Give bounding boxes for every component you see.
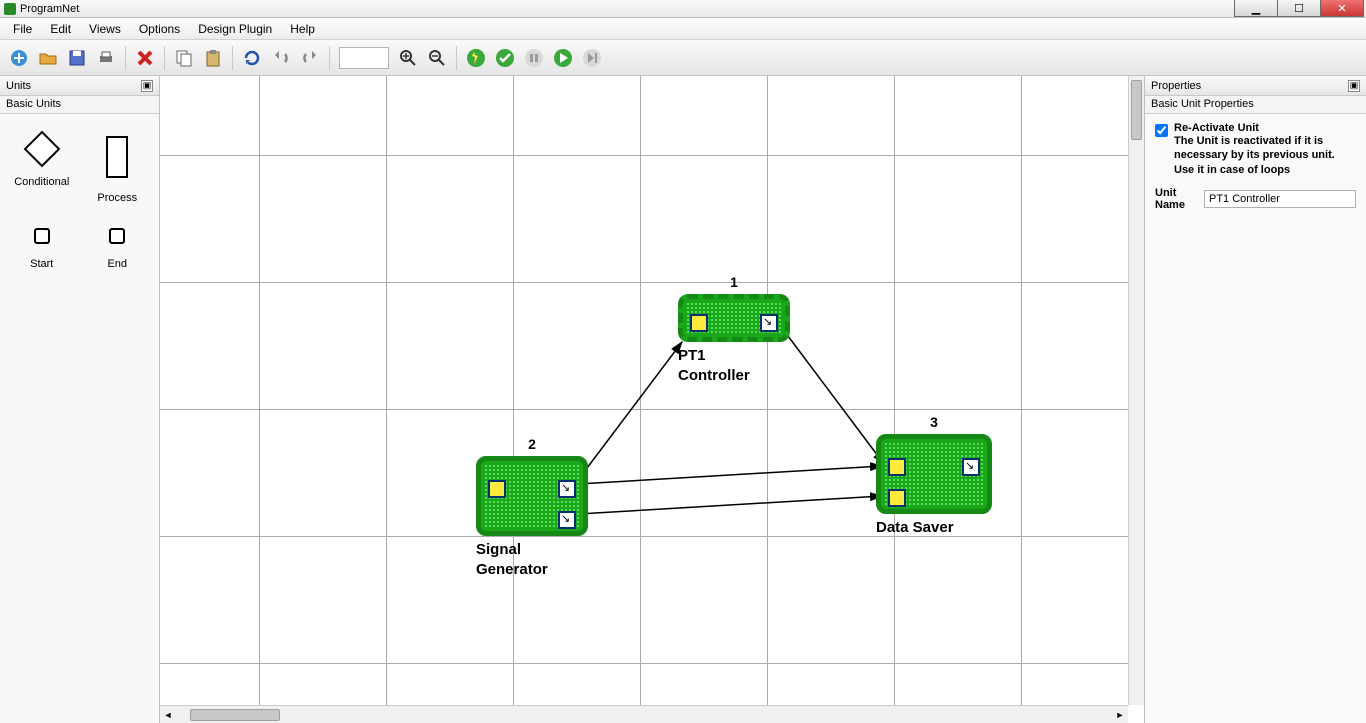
reactivate-property: Re-Activate Unit The Unit is reactivated… bbox=[1155, 122, 1356, 177]
undock-icon[interactable]: ▣ bbox=[1348, 80, 1360, 92]
play-button[interactable] bbox=[550, 45, 576, 71]
node-data[interactable]: 3Data Saver bbox=[876, 434, 992, 514]
unit-process[interactable]: Process bbox=[84, 136, 152, 204]
process-icon bbox=[106, 136, 128, 178]
new-button[interactable] bbox=[6, 45, 32, 71]
start-icon bbox=[34, 228, 50, 244]
canvas-area: 1PT1 Controller2Signal Generator3Data Sa… bbox=[160, 76, 1144, 723]
unit-start[interactable]: Start bbox=[8, 228, 76, 270]
design-canvas[interactable]: 1PT1 Controller2Signal Generator3Data Sa… bbox=[160, 76, 1144, 723]
units-panel-subtitle: Basic Units bbox=[0, 96, 159, 114]
pause-button[interactable] bbox=[521, 45, 547, 71]
unit-name-label: Unit Name bbox=[1155, 187, 1196, 211]
toolbar-separator bbox=[456, 46, 457, 70]
units-panel-title: Units bbox=[6, 80, 31, 92]
scroll-thumb[interactable] bbox=[1131, 80, 1142, 140]
properties-panel: Properties ▣ Basic Unit Properties Re-Ac… bbox=[1144, 76, 1366, 723]
paste-button[interactable] bbox=[200, 45, 226, 71]
toolbar-separator bbox=[125, 46, 126, 70]
copy-button[interactable] bbox=[171, 45, 197, 71]
toolbar-separator bbox=[329, 46, 330, 70]
app-icon bbox=[4, 3, 16, 15]
node-label: Data Saver bbox=[876, 518, 954, 538]
scroll-right-button[interactable]: ► bbox=[1112, 707, 1128, 723]
close-button[interactable]: ✕ bbox=[1320, 0, 1364, 17]
reactivate-checkbox[interactable] bbox=[1155, 124, 1168, 137]
unit-end[interactable]: End bbox=[84, 228, 152, 270]
vertical-scrollbar[interactable] bbox=[1128, 76, 1144, 705]
scroll-thumb[interactable] bbox=[190, 709, 280, 721]
menu-edit[interactable]: Edit bbox=[41, 20, 80, 38]
horizontal-scrollbar[interactable]: ◄ ► bbox=[160, 705, 1128, 723]
window-controls: ▁ ☐ ✕ bbox=[1235, 0, 1364, 17]
node-label: PT1 Controller bbox=[678, 346, 750, 385]
minimize-button[interactable]: ▁ bbox=[1234, 0, 1278, 17]
reactivate-description: The Unit is reactivated if it is necessa… bbox=[1174, 134, 1356, 177]
toolbar bbox=[0, 40, 1366, 76]
menu-help[interactable]: Help bbox=[281, 20, 324, 38]
save-button[interactable] bbox=[64, 45, 90, 71]
main: Units ▣ Basic Units Conditional Process … bbox=[0, 76, 1366, 723]
port[interactable] bbox=[488, 480, 506, 498]
refresh-button[interactable] bbox=[239, 45, 265, 71]
units-panel-header: Units ▣ bbox=[0, 76, 159, 96]
properties-panel-title: Properties bbox=[1151, 80, 1201, 92]
undock-icon[interactable]: ▣ bbox=[141, 80, 153, 92]
print-button[interactable] bbox=[93, 45, 119, 71]
menu-design-plugin[interactable]: Design Plugin bbox=[189, 20, 281, 38]
node-sig[interactable]: 2Signal Generator bbox=[476, 456, 588, 536]
port[interactable] bbox=[690, 314, 708, 332]
menu-options[interactable]: Options bbox=[130, 20, 189, 38]
open-button[interactable] bbox=[35, 45, 61, 71]
node-number: 3 bbox=[876, 414, 992, 430]
node-number: 1 bbox=[678, 274, 790, 290]
window-titlebar: ProgramNet ▁ ☐ ✕ bbox=[0, 0, 1366, 18]
port[interactable] bbox=[888, 489, 906, 507]
properties-panel-subtitle: Basic Unit Properties bbox=[1145, 96, 1366, 114]
toolbar-separator bbox=[232, 46, 233, 70]
menu-views[interactable]: Views bbox=[80, 20, 130, 38]
node-number: 2 bbox=[476, 436, 588, 452]
unit-conditional[interactable]: Conditional bbox=[8, 136, 76, 204]
unit-label: Conditional bbox=[14, 176, 69, 188]
port[interactable] bbox=[558, 511, 576, 529]
reactivate-title: Re-Activate Unit bbox=[1174, 122, 1356, 134]
conditional-icon bbox=[23, 131, 60, 168]
scroll-track[interactable] bbox=[176, 709, 1112, 721]
window-title: ProgramNet bbox=[20, 3, 79, 15]
unit-label: Process bbox=[97, 192, 137, 204]
properties-panel-header: Properties ▣ bbox=[1145, 76, 1366, 96]
run-button[interactable] bbox=[463, 45, 489, 71]
port[interactable] bbox=[888, 458, 906, 476]
unit-label: Start bbox=[30, 258, 53, 270]
maximize-button[interactable]: ☐ bbox=[1277, 0, 1321, 17]
end-icon bbox=[109, 228, 125, 244]
node-pt1[interactable]: 1PT1 Controller bbox=[678, 294, 790, 342]
port[interactable] bbox=[760, 314, 778, 332]
toolbar-separator bbox=[164, 46, 165, 70]
properties-body: Re-Activate Unit The Unit is reactivated… bbox=[1145, 114, 1366, 219]
check-button[interactable] bbox=[492, 45, 518, 71]
step-button[interactable] bbox=[579, 45, 605, 71]
menu-file[interactable]: File bbox=[4, 20, 41, 38]
redo-button[interactable] bbox=[297, 45, 323, 71]
unit-palette: Conditional Process Start End bbox=[0, 114, 159, 292]
zoom-out-button[interactable] bbox=[424, 45, 450, 71]
node-label: Signal Generator bbox=[476, 540, 548, 579]
port[interactable] bbox=[558, 480, 576, 498]
zoom-in-button[interactable] bbox=[395, 45, 421, 71]
units-panel: Units ▣ Basic Units Conditional Process … bbox=[0, 76, 160, 723]
canvas-grid bbox=[160, 76, 1144, 723]
unit-name-input[interactable] bbox=[1204, 190, 1356, 208]
search-input[interactable] bbox=[339, 47, 389, 69]
scroll-left-button[interactable]: ◄ bbox=[160, 707, 176, 723]
delete-button[interactable] bbox=[132, 45, 158, 71]
port[interactable] bbox=[962, 458, 980, 476]
menubar: File Edit Views Options Design Plugin He… bbox=[0, 18, 1366, 40]
unit-label: End bbox=[107, 258, 127, 270]
unit-name-property: Unit Name bbox=[1155, 187, 1356, 211]
undo-button[interactable] bbox=[268, 45, 294, 71]
